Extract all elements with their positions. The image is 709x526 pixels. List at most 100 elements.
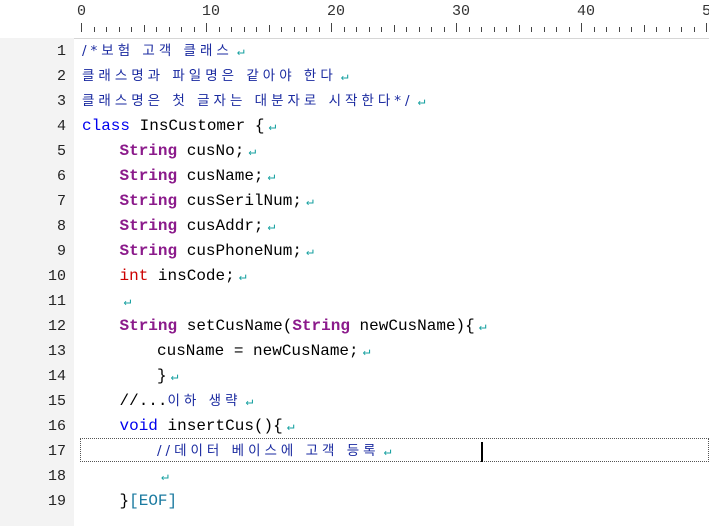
code-line[interactable]: class InsCustomer {↵ [82,114,276,139]
code-line[interactable]: 클래스명과 파일명은 같아야 한다 ↵ [82,64,349,89]
ruler-tick [631,27,632,32]
line-number: 7 [56,193,66,210]
code-line[interactable]: ↵ [120,289,132,314]
line-number: 10 [47,268,66,285]
ruler-tick [306,27,307,32]
ruler-tick [418,27,420,32]
line-number: 18 [47,468,66,485]
ruler-tick [443,27,445,32]
code-line[interactable]: String cusAddr; ↵ [120,214,276,239]
ruler-tick [243,27,245,32]
ruler-tick [218,27,220,32]
ruler-tick [281,27,282,32]
line-number: 1 [56,43,66,60]
code-token: cusName = newCusName; [157,342,359,360]
return-arrow-icon: ↵ [286,419,295,434]
code-line[interactable]: //...이하 생략 ↵ [120,389,254,414]
ruler-tick [368,27,370,32]
code-token: newCusName){ [349,317,475,335]
column-ruler: 0 10 20 30 40 50 [0,0,709,39]
code-line[interactable]: ↵ [157,464,169,489]
ruler-tick [206,23,207,32]
ruler-tick [668,27,670,32]
ruler-tick [431,27,432,32]
text-caret [481,442,483,462]
ruler-tick [556,27,557,32]
code-token: insertCus(){ [157,417,283,435]
code-line[interactable]: //데이터 베이스에 고객 등록 ↵ [157,439,391,464]
code-token: InsCustomer { [130,117,265,135]
comment-token: 이하 생략 [167,393,242,409]
ruler-tick [543,27,545,32]
return-arrow-icon: ↵ [267,169,276,184]
code-line[interactable]: }[EOF] [120,489,178,514]
line-number: 19 [47,493,66,510]
comment-token: 클래스명과 파일명은 같아야 한다 [82,68,337,84]
code-line[interactable]: String cusPhoneNum; ↵ [120,239,314,264]
code-line[interactable]: String cusNo; ↵ [120,139,257,164]
type-token: String [119,317,178,335]
code-line[interactable]: String cusSerilNum; ↵ [120,189,314,214]
line-number: 12 [47,318,66,335]
line-number: 15 [47,393,66,410]
code-line[interactable]: } ↵ [157,364,178,389]
code-token: } [157,367,167,385]
code-token: } [119,492,130,510]
type-token: String [119,217,178,235]
line-number: 4 [56,118,66,135]
type-token: String [119,192,178,210]
ruler-tick [168,27,170,32]
ruler-tick [381,27,382,32]
code-line[interactable]: String setCusName(String newCusName){↵ [120,314,487,339]
line-number: 9 [56,243,66,260]
ruler-tick [331,23,332,32]
code-line[interactable]: /*보험 고객 클래스 ↵ [82,39,245,64]
line-number: 13 [47,343,66,360]
line-number: 8 [56,218,66,235]
type-token: String [119,242,178,260]
ruler-tick [356,27,357,32]
code-line[interactable]: int insCode; ↵ [120,264,247,289]
ruler-tick [118,27,120,32]
ruler-tick [231,27,232,32]
primitive-token: int [119,267,149,285]
return-arrow-icon: ↵ [238,269,247,284]
ruler-tick [643,25,645,32]
return-arrow-icon: ↵ [417,94,426,109]
ruler-label: 0 [77,3,87,20]
code-token: setCusName( [177,317,293,335]
ruler-tick [156,27,157,32]
ruler-tick [506,27,507,32]
ruler-tick [606,27,607,32]
line-number-gutter: 1 2 3 4 5 6 7 8 9 10 11 12 13 14 15 16 17 18 19 [0,38,74,526]
type-token: String [119,142,178,160]
ruler-tick [81,23,82,32]
code-token: cusNo; [177,142,245,160]
ruler-tick [468,27,470,32]
ruler-tick [93,27,95,32]
code-line[interactable]: String cusName; ↵ [120,164,276,189]
ruler-tick [406,27,407,32]
comment-token: /*보험 고객 클래스 [82,43,233,59]
code-line[interactable]: void insertCus(){↵ [120,414,295,439]
ruler-tick [343,27,345,32]
code-line[interactable]: 클래스명은 첫 글자는 대분자로 시작한다*/↵ [82,89,425,114]
ruler-tick [393,25,395,32]
line-number: 6 [56,168,66,185]
ruler-tick [131,27,132,32]
ruler-tick [268,25,270,32]
return-arrow-icon: ↵ [245,394,254,409]
return-arrow-icon: ↵ [123,294,132,309]
return-arrow-icon: ↵ [268,119,277,134]
ruler-tick [193,27,195,32]
return-arrow-icon: ↵ [305,194,314,209]
return-arrow-icon: ↵ [236,44,245,59]
ruler-tick [318,27,320,32]
code-line[interactable]: cusName = newCusName; ↵ [157,339,370,364]
code-editor[interactable]: /*보험 고객 클래스 ↵ 클래스명과 파일명은 같아야 한다 ↵ 클래스명은 첫 글자… [74,38,709,526]
ruler-label: 20 [327,3,346,20]
line-number: 17 [47,443,66,460]
code-token: cusAddr; [177,217,264,235]
ruler-tick [106,27,107,32]
return-arrow-icon: ↵ [383,444,392,459]
